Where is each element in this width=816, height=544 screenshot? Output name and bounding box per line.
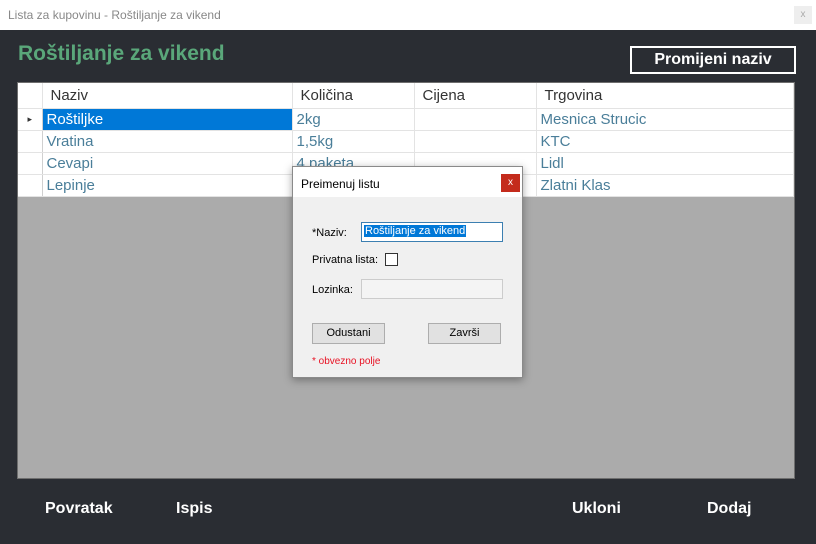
table-header-row: Naziv Količina Cijena Trgovina [18, 83, 794, 109]
column-header-cijena[interactable]: Cijena [414, 83, 537, 109]
rename-button[interactable]: Promijeni naziv [630, 46, 796, 74]
column-header-trgovina[interactable]: Trgovina [536, 83, 794, 109]
private-list-checkbox[interactable] [385, 253, 398, 266]
name-input-value: Roštiljanje za vikend [364, 225, 467, 237]
row-selector[interactable] [18, 130, 43, 153]
print-button[interactable]: Ispis [176, 500, 212, 518]
cell-trgovina[interactable]: Zlatni Klas [536, 174, 794, 197]
cell-kolicina[interactable]: 2kg [292, 108, 415, 131]
cell-naziv[interactable]: Cevapi [42, 152, 293, 175]
row-selector[interactable] [18, 174, 43, 197]
dialog-close-icon[interactable]: x [501, 174, 520, 192]
cell-naziv[interactable]: Roštiljke [42, 108, 293, 131]
window-close-icon[interactable]: x [794, 6, 812, 24]
table-row[interactable]: Vratina 1,5kg KTC [18, 130, 794, 153]
dialog-titlebar: Preimenuj listu x [293, 167, 522, 197]
cancel-button[interactable]: Odustani [312, 323, 385, 344]
cell-cijena[interactable] [414, 108, 537, 131]
password-label: Lozinka: [312, 284, 353, 296]
cell-cijena[interactable] [414, 130, 537, 153]
column-header-naziv[interactable]: Naziv [42, 83, 293, 109]
cell-trgovina[interactable]: KTC [536, 130, 794, 153]
rename-dialog: Preimenuj listu x *Naziv: Roštiljanje za… [292, 166, 523, 378]
current-row-pointer-icon[interactable]: ▸ [18, 108, 43, 131]
cell-trgovina[interactable]: Mesnica Strucic [536, 108, 794, 131]
cell-kolicina[interactable]: 1,5kg [292, 130, 415, 153]
name-label: *Naziv: [312, 227, 347, 239]
column-header-kolicina[interactable]: Količina [292, 83, 415, 109]
list-title: Roštiljanje za vikend [18, 42, 225, 65]
row-selector[interactable] [18, 152, 43, 175]
cell-naziv[interactable]: Vratina [42, 130, 293, 153]
window-title: Lista za kupovinu - Roštiljanje za viken… [8, 8, 221, 22]
finish-button[interactable]: Završi [428, 323, 501, 344]
required-field-note: * obvezno polje [312, 356, 381, 367]
back-button[interactable]: Povratak [45, 500, 113, 518]
dialog-title: Preimenuj listu [301, 177, 380, 191]
remove-button[interactable]: Ukloni [572, 500, 621, 518]
name-input[interactable]: Roštiljanje za vikend [361, 222, 503, 242]
window-titlebar: Lista za kupovinu - Roštiljanje za viken… [0, 0, 816, 30]
add-button[interactable]: Dodaj [707, 500, 751, 518]
row-header-corner [18, 83, 43, 109]
cell-naziv[interactable]: Lepinje [42, 174, 293, 197]
private-list-label: Privatna lista: [312, 254, 379, 266]
table-row[interactable]: ▸ Roštiljke 2kg Mesnica Strucic [18, 108, 794, 131]
cell-trgovina[interactable]: Lidl [536, 152, 794, 175]
password-input [361, 279, 503, 299]
